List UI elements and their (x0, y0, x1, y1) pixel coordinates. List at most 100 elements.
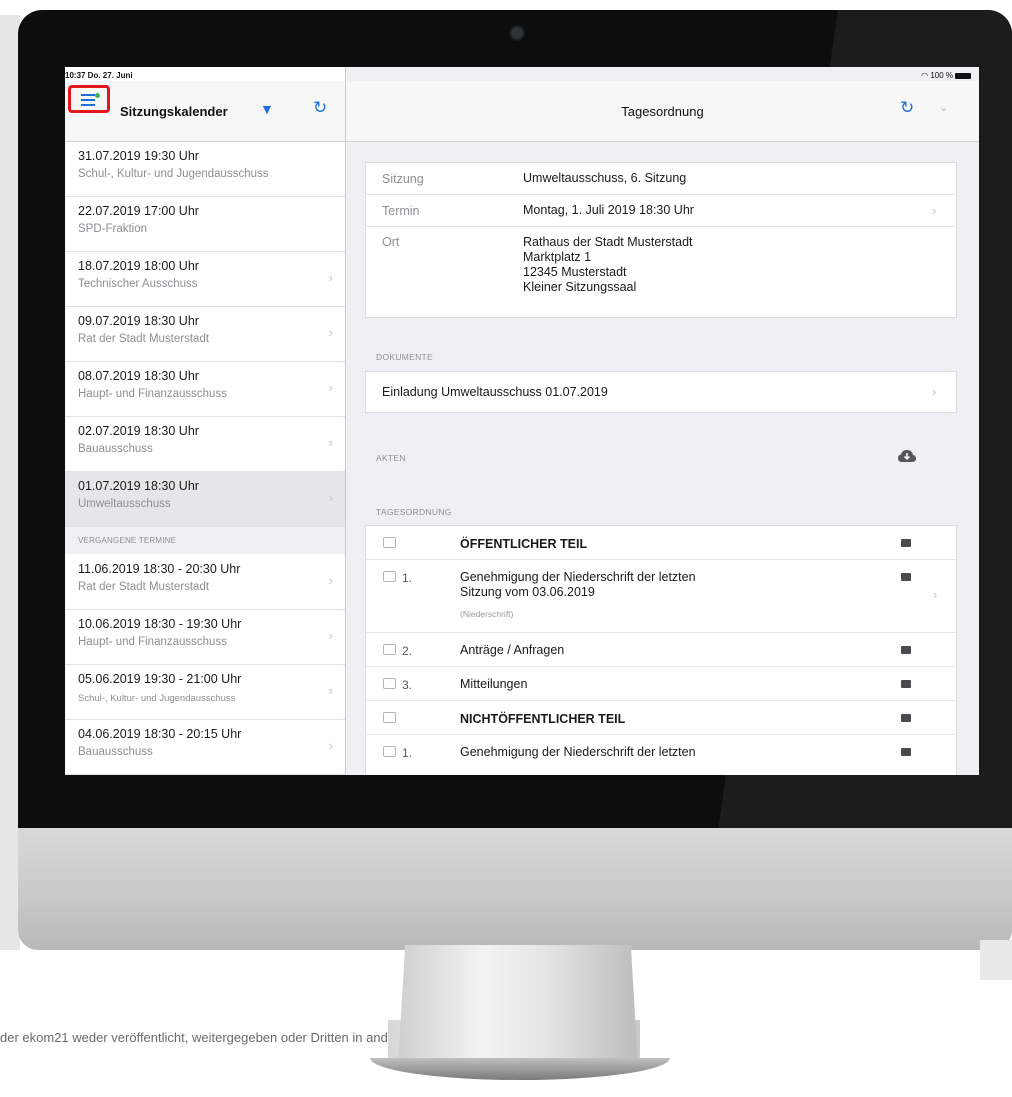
list-item[interactable]: 04.06.2019 18:30 - 20:15 Uhr Bauausschus… (65, 720, 345, 775)
item-name: Bauausschuss (78, 746, 153, 758)
detail-label: Ort (382, 235, 400, 249)
agenda-item[interactable]: 3. Mitteilungen (366, 667, 956, 701)
chevron-right-icon: › (933, 587, 938, 602)
comment-icon (383, 746, 396, 757)
filter-icon[interactable]: ▼ (260, 101, 274, 117)
item-date: 04.06.2019 18:30 - 20:15 Uhr (78, 727, 242, 741)
item-name: Haupt- und Finanzausschuss (78, 636, 227, 648)
item-name: Umweltausschuss (78, 498, 171, 510)
list-item[interactable]: 09.07.2019 18:30 Uhr Rat der Stadt Muste… (65, 307, 345, 362)
chevron-right-icon: › (328, 435, 333, 450)
agenda-subtext: (Niederschrift) (460, 609, 514, 619)
agenda-item[interactable]: 1. Genehmigung der Niederschrift der let… (366, 560, 956, 633)
agenda-number: 3. (402, 678, 413, 692)
list-item[interactable]: 08.07.2019 18:30 Uhr Haupt- und Finanzau… (65, 362, 345, 417)
agenda-text: ÖFFENTLICHER TEIL (460, 537, 588, 551)
agenda-number: 1. (402, 571, 413, 585)
item-date: 08.07.2019 18:30 Uhr (78, 369, 199, 383)
item-name: Bauausschuss (78, 443, 153, 455)
detail-value: Montag, 1. Juli 2019 18:30 Uhr (523, 203, 694, 217)
detail-value: Marktplatz 1 (523, 250, 592, 264)
folder-icon (901, 714, 911, 722)
item-date: 22.07.2019 17:00 Uhr (78, 204, 199, 218)
detail-row-termin[interactable]: Termin Montag, 1. Juli 2019 18:30 Uhr › (366, 195, 956, 227)
section-header-label: VERGANGENE TERMINE (78, 536, 177, 545)
sidebar-title: Sitzungskalender (120, 104, 228, 119)
list-item[interactable]: 31.07.2019 19:30 Uhr Schul-, Kultur- und… (65, 142, 345, 197)
battery-label: 100 % (930, 71, 953, 80)
item-date: 05.06.2019 19:30 - 21:00 Uhr (78, 672, 242, 686)
status-battery: ◠ 100 % (921, 71, 971, 80)
chevron-right-icon: › (328, 738, 333, 753)
chevron-right-icon: › (328, 683, 333, 698)
chevron-down-icon[interactable]: ⌄ (939, 101, 948, 114)
agenda-text: Genehmigung der Niederschrift der letzte… (460, 745, 696, 759)
detail-value: Kleiner Sitzungssaal (523, 280, 637, 294)
folder-icon (901, 680, 911, 688)
agenda-text: Anträge / Anfragen (460, 643, 565, 657)
app-screen: Sitzungskalender ▼ ↻ 31.07.2019 19:30 Uh… (65, 67, 979, 775)
chevron-right-icon: › (932, 384, 937, 399)
refresh-icon[interactable]: ↻ (313, 98, 327, 118)
section-header-akten: AKTEN (376, 453, 406, 463)
camera (511, 27, 523, 39)
list-item-selected[interactable]: 01.07.2019 18:30 Uhr Umweltausschuss › (65, 472, 345, 527)
folder-icon (901, 646, 911, 654)
agenda-item[interactable]: 1. Genehmigung der Niederschrift der let… (366, 735, 956, 775)
refresh-icon[interactable]: ↻ (900, 98, 914, 118)
item-date: 02.07.2019 18:30 Uhr (78, 424, 199, 438)
cloud-download-icon[interactable] (898, 450, 916, 468)
section-header-past: VERGANGENE TERMINE (65, 527, 345, 554)
list-item[interactable]: 10.06.2019 18:30 - 19:30 Uhr Haupt- und … (65, 610, 345, 665)
detail-navbar: Tagesordnung ↻ ⌄ (346, 81, 979, 142)
agenda-text: Genehmigung der Niederschrift der letzte… (460, 570, 696, 584)
chevron-right-icon: › (328, 270, 333, 285)
monitor-chin (18, 828, 1012, 950)
chevron-right-icon: › (328, 628, 333, 643)
menu-button[interactable] (68, 85, 110, 113)
section-header-tagesordnung: TAGESORDNUNG (376, 507, 452, 517)
list-item[interactable]: 02.07.2019 18:30 Uhr Bauausschuss › (65, 417, 345, 472)
item-name: Rat der Stadt Musterstadt (78, 581, 210, 593)
detail-label: Sitzung (382, 172, 424, 186)
agenda-number: 1. (402, 746, 413, 760)
item-date: 11.06.2019 18:30 - 20:30 Uhr (78, 562, 241, 576)
sidebar: Sitzungskalender ▼ ↻ 31.07.2019 19:30 Uh… (65, 67, 346, 775)
meeting-details-card: Sitzung Umweltausschuss, 6. Sitzung Term… (365, 162, 957, 318)
section-header-dokumente: DOKUMENTE (376, 352, 434, 362)
comment-icon (383, 712, 396, 723)
item-date: 31.07.2019 19:30 Uhr (78, 149, 199, 163)
list-item[interactable]: 18.07.2019 18:00 Uhr Technischer Ausschu… (65, 252, 345, 307)
background-panel-right (980, 940, 1012, 980)
item-date: 01.07.2019 18:30 Uhr (78, 479, 199, 493)
battery-icon (955, 72, 971, 79)
agenda-item[interactable]: ÖFFENTLICHER TEIL (366, 526, 956, 560)
agenda-item[interactable]: NICHTÖFFENTLICHER TEIL (366, 701, 956, 735)
chevron-right-icon: › (328, 325, 333, 340)
status-time: 10:37 Do. 27. Juni (65, 71, 133, 80)
item-name: Schul-, Kultur- und Jugendausschuss (78, 168, 269, 180)
chevron-right-icon: › (328, 380, 333, 395)
agenda-text: Sitzung vom 03.06.2019 (460, 585, 595, 599)
comment-icon (383, 678, 396, 689)
folder-icon (901, 573, 911, 581)
list-item[interactable]: 11.06.2019 18:30 - 20:30 Uhr Rat der Sta… (65, 555, 345, 610)
folder-icon (901, 539, 911, 547)
detail-value: 12345 Musterstadt (523, 265, 627, 279)
agenda-text: NICHTÖFFENTLICHER TEIL (460, 712, 626, 726)
item-name: Rat der Stadt Musterstadt (78, 333, 210, 345)
list-item[interactable]: 05.06.2019 19:30 - 21:00 Uhr Schul-, Kul… (65, 665, 345, 720)
item-name: Technischer Ausschuss (78, 278, 198, 290)
detail-label: Termin (382, 204, 420, 218)
detail-value: Rathaus der Stadt Musterstadt (523, 235, 693, 249)
document-row[interactable]: Einladung Umweltausschuss 01.07.2019 › (365, 371, 957, 413)
background-panel (0, 15, 20, 950)
monitor-stand (398, 945, 638, 1065)
comment-icon (383, 537, 396, 548)
item-date: 09.07.2019 18:30 Uhr (78, 314, 199, 328)
page-title: Tagesordnung (621, 104, 704, 119)
chevron-right-icon: › (932, 203, 937, 218)
folder-icon (901, 748, 911, 756)
list-item[interactable]: 22.07.2019 17:00 Uhr SPD-Fraktion (65, 197, 345, 252)
agenda-item[interactable]: 2. Anträge / Anfragen (366, 633, 956, 667)
